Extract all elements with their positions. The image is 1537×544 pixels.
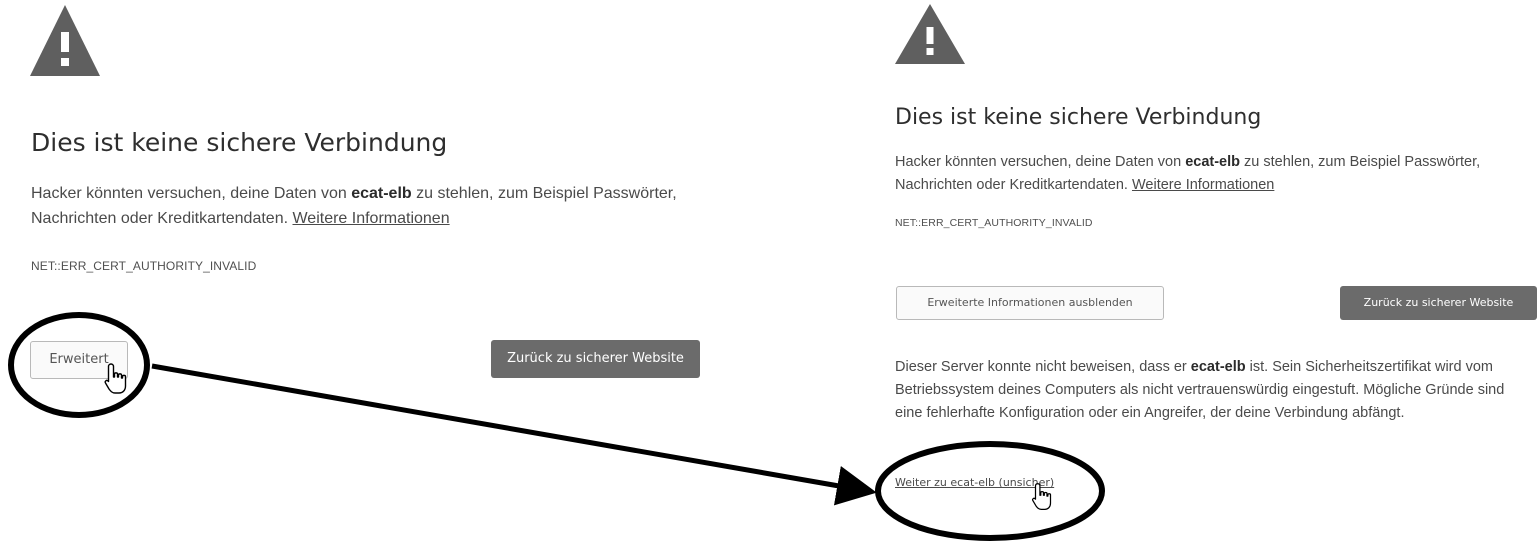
annotation-ellipse-right xyxy=(875,441,1105,541)
page-title: Dies ist keine sichere Verbindung xyxy=(895,105,1262,130)
details-text-part: Dieser Server konnte nicht beweisen, das… xyxy=(895,359,1191,375)
error-code: NET::ERR_CERT_AUTHORITY_INVALID xyxy=(895,217,1093,229)
host-name: ecat-elb xyxy=(1185,154,1240,170)
hide-advanced-button-label: Erweiterte Informationen ausblenden xyxy=(927,296,1133,309)
warning-text-part: Hacker könnten versuchen, deine Daten vo… xyxy=(895,154,1186,170)
annotation-arrow xyxy=(151,363,877,506)
back-to-safety-button[interactable]: Zurück zu sicherer Website xyxy=(1340,286,1537,320)
warning-triangle-icon xyxy=(895,4,965,64)
hide-advanced-button[interactable]: Erweiterte Informationen ausblenden xyxy=(896,286,1164,320)
back-button-label: Zurück zu sicherer Website xyxy=(1363,296,1514,309)
more-info-link[interactable]: Weitere Informationen xyxy=(1132,177,1274,193)
warning-text: Hacker könnten versuchen, deine Daten vo… xyxy=(895,151,1535,197)
host-name: ecat-elb xyxy=(1190,359,1246,375)
certificate-details-text: Dieser Server konnte nicht beweisen, das… xyxy=(895,356,1525,425)
